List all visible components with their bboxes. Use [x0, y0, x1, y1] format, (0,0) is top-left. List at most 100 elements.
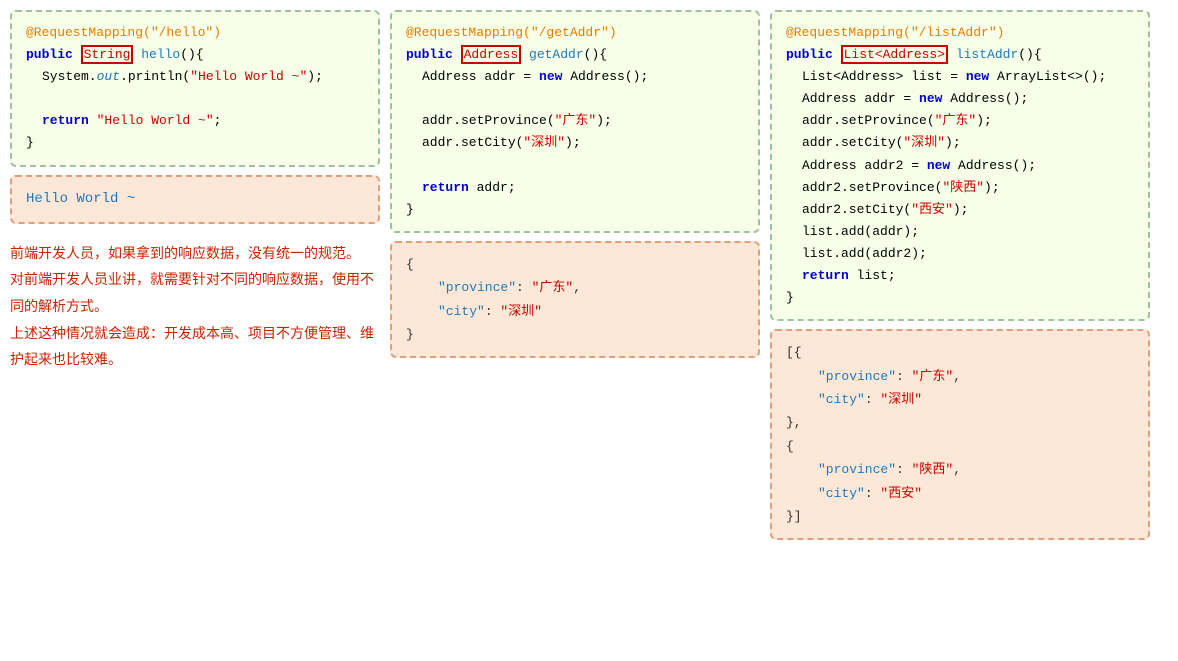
setcity-text: addr.setCity(: [422, 135, 523, 150]
json-arr-province1: "province": "广东",: [818, 365, 1134, 388]
json-obj2-open: {: [786, 435, 1134, 458]
bottom-line2: 对前端开发人员业讲，就需要针对不同的响应数据，使用不同的解析方式。: [10, 266, 380, 319]
system-text: System.: [42, 69, 97, 84]
addr2-decl: Address addr2 = new Address();: [802, 155, 1134, 177]
hello-string: "Hello World ~": [190, 69, 307, 84]
new-kw2: new: [966, 69, 997, 84]
addr-line1: Address addr = new Address();: [422, 66, 744, 88]
addr-decl: Address addr =: [422, 69, 539, 84]
bottom-text: 前端开发人员，如果拿到的响应数据，没有统一的规范。 对前端开发人员业讲，就需要针…: [10, 240, 380, 373]
addr2-ctor: Address();: [958, 158, 1036, 173]
json-key-province: "province": [438, 280, 516, 295]
empty-line3: [406, 155, 744, 177]
list-add2: list.add(addr2);: [802, 243, 1134, 265]
semi2: ;: [214, 113, 222, 128]
json-key-city: "city": [438, 304, 485, 319]
method-sig-listaddr: public List<Address> listAddr(){: [786, 44, 1134, 66]
list-type: List<Address> list =: [802, 69, 966, 84]
sp3: addr2.setProvince(: [802, 180, 942, 195]
json-obj-sep: },: [786, 411, 1134, 434]
json-arr-city1: "city": "深圳": [818, 388, 1134, 411]
empty-line2: [406, 88, 744, 110]
json-val-city1: "深圳": [880, 392, 922, 407]
setcity-line: addr.setCity("深圳");: [422, 132, 744, 154]
setcity3: addr2.setCity("西安");: [802, 199, 1134, 221]
colon1: :: [516, 280, 532, 295]
bottom-line1: 前端开发人员，如果拿到的响应数据，没有统一的规范。: [10, 240, 380, 267]
return-type-hello: String: [81, 45, 134, 64]
setprovince3: addr2.setProvince("陕西");: [802, 177, 1134, 199]
close-brace3: }: [786, 287, 1134, 309]
paren-getaddr: (){: [584, 47, 607, 62]
column-1: @RequestMapping("/hello") public String …: [10, 10, 380, 373]
list-add1: list.add(addr);: [802, 221, 1134, 243]
method-name-getaddr: getAddr: [521, 47, 583, 62]
semi1: );: [307, 69, 323, 84]
sc2: addr.setCity(: [802, 135, 903, 150]
json-open: {: [406, 253, 744, 276]
list-decl: List<Address> list = new ArrayList<>();: [802, 66, 1134, 88]
json-province: "province": "广东",: [438, 276, 744, 299]
hello-result-text: Hello World ~: [26, 191, 135, 207]
json-close: }: [406, 323, 744, 346]
city3-val: "西安": [911, 202, 953, 217]
setprovince-text: addr.setProvince(: [422, 113, 555, 128]
code-box-getaddr: @RequestMapping("/getAddr") public Addre…: [390, 10, 760, 233]
arraylist-ctor: ArrayList<>();: [997, 69, 1106, 84]
annotation-listaddr: @RequestMapping("/listAddr"): [786, 22, 1134, 44]
return-type-getaddr: Address: [461, 45, 522, 64]
result-box-listaddr: [{ "province": "广东", "city": "深圳" }, { "…: [770, 329, 1150, 540]
return-addr: addr;: [477, 180, 516, 195]
json-arr-close: }]: [786, 505, 1134, 528]
colon2: :: [485, 304, 501, 319]
close-brace: }: [26, 132, 364, 154]
keyword-public2: public: [406, 47, 461, 62]
return-kw3: return: [802, 268, 857, 283]
semi4: );: [565, 135, 581, 150]
result-box-hello: Hello World ~: [10, 175, 380, 224]
paren-listaddr: (){: [1018, 47, 1041, 62]
println-line: System.out.println("Hello World ~");: [42, 66, 364, 88]
result-box-getaddr: { "province": "广东", "city": "深圳" }: [390, 241, 760, 359]
return-addr-line: return addr;: [422, 177, 744, 199]
sp2: addr.setProvince(: [802, 113, 935, 128]
out-text: out: [97, 69, 120, 84]
province-val: "广东": [555, 113, 597, 128]
bottom-line3: 上述这种情况就会造成：开发成本高、项目不方便管理、维护起来也比较难。: [10, 320, 380, 373]
keyword-public: public: [26, 47, 81, 62]
json-city: "city": "深圳": [438, 300, 744, 323]
return-line: return "Hello World ~";: [42, 110, 364, 132]
json-key-city1: "city": [818, 392, 865, 407]
json-val-city2: "西安": [880, 486, 922, 501]
return-list: return list;: [802, 265, 1134, 287]
return-list-val: list;: [857, 268, 896, 283]
setcity2: addr.setCity("深圳");: [802, 132, 1134, 154]
paren-hello: (){: [180, 47, 203, 62]
bottom-line1-text: 前端开发人员，如果拿到的响应数据，没有统一的规范。: [10, 245, 360, 261]
close-brace2: }: [406, 199, 744, 221]
json-val-prov1: "广东": [912, 369, 954, 384]
city-val: "深圳": [523, 135, 565, 150]
new-kw4: new: [927, 158, 958, 173]
sc3: addr2.setCity(: [802, 202, 911, 217]
column-3: @RequestMapping("/listAddr") public List…: [770, 10, 1150, 540]
json-val-province: "广东": [532, 280, 574, 295]
json-arr-province2: "province": "陕西",: [818, 458, 1134, 481]
return-kw: return: [42, 113, 97, 128]
column-2: @RequestMapping("/getAddr") public Addre…: [390, 10, 760, 358]
new-kw1: new: [539, 69, 570, 84]
json-key-prov1: "province": [818, 369, 896, 384]
annotation-getaddr: @RequestMapping("/getAddr"): [406, 22, 744, 44]
return-type-listaddr: List<Address>: [841, 45, 948, 64]
json-val-prov2: "陕西": [912, 462, 954, 477]
bottom-line3-text: 上述这种情况就会造成：开发成本高、项目不方便管理、维护起来也比较难。: [10, 325, 374, 368]
method-sig-getaddr: public Address getAddr(){: [406, 44, 744, 66]
addr-ctor: Address();: [570, 69, 648, 84]
code-box-hello: @RequestMapping("/hello") public String …: [10, 10, 380, 167]
setprovince-line: addr.setProvince("广东");: [422, 110, 744, 132]
json-key-city2: "city": [818, 486, 865, 501]
keyword-public3: public: [786, 47, 841, 62]
return-kw2: return: [422, 180, 477, 195]
code-box-listaddr: @RequestMapping("/listAddr") public List…: [770, 10, 1150, 321]
bottom-line2-text: 对前端开发人员业讲，就需要针对不同的响应数据，使用不同的解析方式。: [10, 271, 374, 314]
